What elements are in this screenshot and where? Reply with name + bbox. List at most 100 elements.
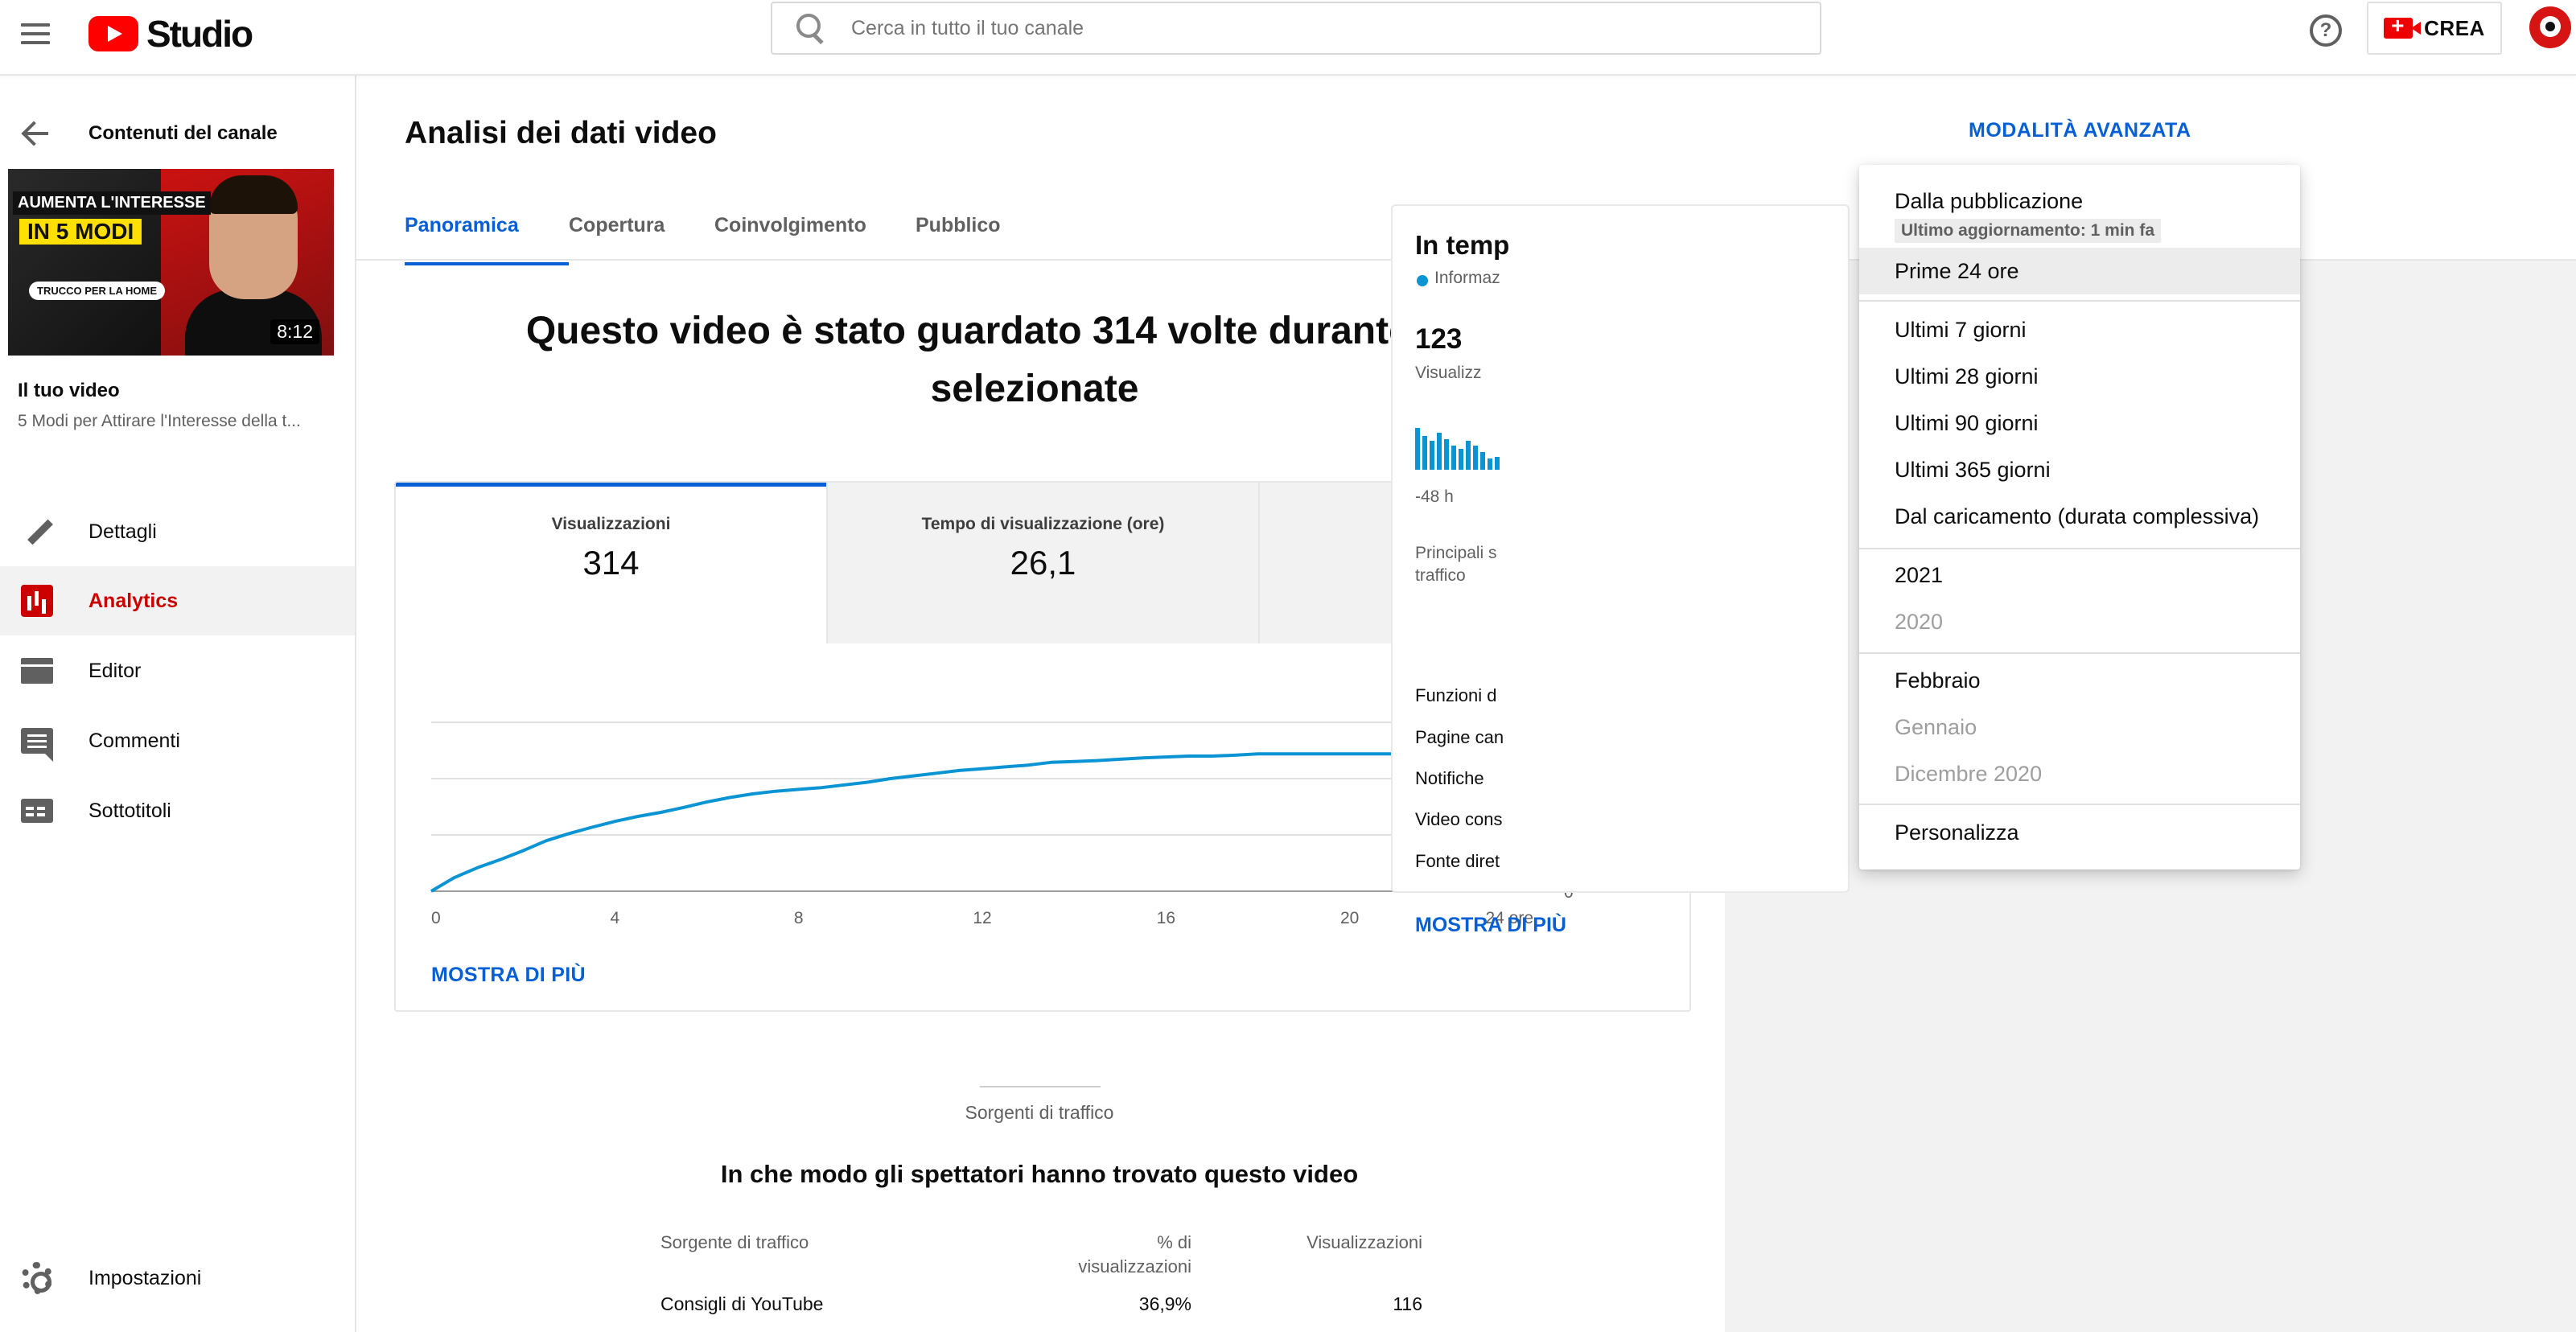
dropdown-separator <box>1859 300 2300 302</box>
video-thumbnail[interactable]: AUMENTA L'INTERESSE IN 5 MODI TRUCCO PER… <box>8 169 334 356</box>
metric-label: Visualizzazioni <box>551 515 671 533</box>
dropdown-item[interactable]: Personalizza <box>1859 809 2300 856</box>
create-button[interactable]: CREA <box>2367 2 2502 55</box>
last-update-badge: Ultimo aggiornamento: 1 min fa <box>1895 219 2162 243</box>
top-bar: Studio ? CREA <box>0 0 2576 76</box>
x-tick-label: 16 <box>1157 909 1175 927</box>
traffic-section-label: Sorgenti di traffico <box>965 1102 1114 1123</box>
sidebar-item-sottotitoli[interactable]: Sottotitoli <box>0 776 355 845</box>
x-tick-label: 0 <box>431 909 441 927</box>
col-header-source[interactable]: Sorgente di traffico <box>660 1231 809 1255</box>
section-divider <box>980 1086 1101 1087</box>
metric-watch-time[interactable]: Tempo di visualizzazione (ore) 26,1 <box>828 483 1260 643</box>
page-title: Analisi dei dati video <box>405 116 717 150</box>
dropdown-separator <box>1859 652 2300 654</box>
dropdown-item-disabled: Gennaio <box>1895 714 1977 739</box>
advanced-mode-link[interactable]: MODALITÀ AVANZATA <box>1969 119 2191 142</box>
dropdown-item[interactable]: Febbraio <box>1859 657 2300 704</box>
dropdown-item[interactable]: Dalla pubblicazione <box>1859 178 2300 224</box>
create-label: CREA <box>2424 15 2485 40</box>
dropdown-separator <box>1859 548 2300 549</box>
tab-panoramica[interactable]: Panoramica <box>405 212 569 265</box>
tab-pubblico[interactable]: Pubblico <box>916 212 1036 261</box>
traffic-row-views: 116 <box>1393 1293 1422 1314</box>
sidebar-item-label: Sottotitoli <box>88 799 171 822</box>
realtime-source-row: Funzioni d <box>1415 685 1497 705</box>
video-heading: Il tuo video <box>18 380 120 401</box>
sidebar-item-editor[interactable]: Editor <box>0 636 355 705</box>
search-icon[interactable] <box>795 12 827 44</box>
realtime-top-sources-label: Principali s traffico <box>1415 544 1497 585</box>
realtime-views-label: Visualizz <box>1415 364 1482 382</box>
dropdown-item-disabled: 2020 <box>1895 609 1944 634</box>
sidebar-item-label: Dettagli <box>88 520 157 543</box>
dropdown-separator <box>1859 804 2300 805</box>
subtitles-icon <box>21 799 53 823</box>
arrow-back-icon[interactable] <box>21 119 50 148</box>
x-tick-label: 20 <box>1340 909 1359 927</box>
realtime-source-row: Pagine can <box>1415 727 1504 747</box>
metric-value: 26,1 <box>1010 544 1076 582</box>
realtime-source-row: Video cons <box>1415 809 1503 829</box>
dropdown-item[interactable]: Ultimi 90 giorni <box>1859 400 2300 446</box>
sidebar-item-commenti[interactable]: Commenti <box>0 706 355 775</box>
help-icon[interactable]: ? <box>2310 14 2342 47</box>
live-dot-icon <box>1417 275 1428 286</box>
studio-logo[interactable]: Studio <box>88 10 253 58</box>
search-input[interactable] <box>851 16 1736 40</box>
sidebar-item-analytics[interactable]: Analytics <box>0 566 355 635</box>
realtime-bar-chart <box>1415 421 1544 470</box>
dropdown-item[interactable]: Ultimi 365 giorni <box>1859 446 2300 493</box>
show-more-button[interactable]: MOSTRA DI PIÙ <box>431 964 586 987</box>
views-series-line <box>430 752 1533 893</box>
thumbnail-text-1: AUMENTA L'INTERESSE <box>13 191 211 215</box>
sidebar: Contenuti del canale AUMENTA L'INTERESSE… <box>0 76 356 1332</box>
video-duration: 8:12 <box>270 319 319 344</box>
realtime-count: 123 <box>1415 323 1463 355</box>
dropdown-item[interactable]: Ultimi 28 giorni <box>1859 353 2300 400</box>
tab-copertura[interactable]: Copertura <box>569 212 714 261</box>
sidebar-item-label: Impostazioni <box>88 1266 202 1289</box>
back-to-channel-content[interactable]: Contenuti del canale <box>0 109 356 158</box>
logo-text: Studio <box>146 13 253 55</box>
dropdown-item[interactable]: Ultimi 7 giorni <box>1859 306 2300 353</box>
dropdown-item[interactable]: Dal caricamento (durata complessiva) <box>1859 493 2300 540</box>
menu-icon[interactable] <box>21 18 53 50</box>
sidebar-item-label: Editor <box>88 659 142 682</box>
thumbnail-text-3: TRUCCO PER LA HOME <box>29 282 166 300</box>
realtime-title: In temp <box>1415 230 1510 260</box>
dropdown-item-selected[interactable]: Prime 24 ore <box>1859 248 2300 294</box>
sidebar-item-label: Commenti <box>88 729 180 752</box>
dropdown-item[interactable]: 2021 <box>1859 552 2300 598</box>
analytics-icon <box>21 585 53 617</box>
realtime-card: In temp Informaz 123 Visualizz -48 h Pri… <box>1391 204 1850 936</box>
film-icon <box>21 658 53 684</box>
tab-bar: Panoramica Copertura Coinvolgimento Pubb… <box>405 212 1036 265</box>
col-header-percent-line1: % di <box>1157 1232 1191 1252</box>
youtube-play-icon <box>88 16 138 51</box>
tab-coinvolgimento[interactable]: Coinvolgimento <box>714 212 916 261</box>
col-header-views[interactable]: Visualizzazioni <box>1241 1231 1422 1255</box>
avatar[interactable] <box>2529 6 2571 48</box>
x-tick-label: 4 <box>610 909 619 927</box>
dropdown-item-disabled: Dicembre 2020 <box>1895 761 2043 786</box>
col-header-percent[interactable]: % di visualizzazioni <box>1031 1231 1191 1279</box>
realtime-axis-label: -48 h <box>1415 487 1454 506</box>
thumbnail-text-2: IN 5 MODI <box>19 219 142 245</box>
gear-icon <box>21 1262 53 1294</box>
pencil-icon <box>21 516 53 548</box>
sidebar-item-impostazioni[interactable]: Impostazioni <box>0 1244 355 1313</box>
realtime-source-row: Fonte diret <box>1415 851 1500 871</box>
x-tick-label: 8 <box>794 909 804 927</box>
comment-icon <box>21 728 53 762</box>
search-bar[interactable] <box>771 2 1821 55</box>
col-header-percent-line2: visualizzazioni <box>1078 1256 1191 1276</box>
back-label: Contenuti del canale <box>88 122 278 144</box>
metric-views[interactable]: Visualizzazioni 314 <box>396 483 828 643</box>
video-title[interactable]: 5 Modi per Attirare l'Interesse della t.… <box>18 412 301 431</box>
create-video-icon <box>2384 13 2422 39</box>
realtime-show-more[interactable]: MOSTRA DI PIÙ <box>1415 914 1566 937</box>
metric-label: Tempo di visualizzazione (ore) <box>921 515 1165 533</box>
sidebar-item-dettagli[interactable]: Dettagli <box>0 497 355 566</box>
realtime-source-row: Notifiche <box>1415 768 1484 788</box>
